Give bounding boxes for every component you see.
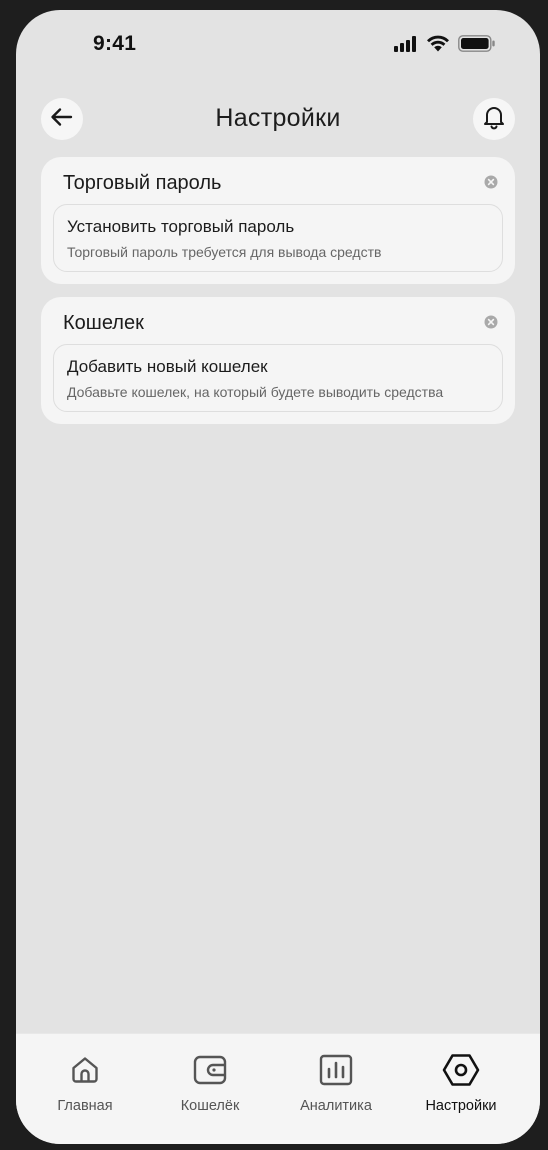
item-subtitle: Добавьте кошелек, на который будете выво… (67, 384, 444, 400)
bottom-nav: Главная Кошелёк Аналитика Настройки (16, 1033, 540, 1144)
item-title: Установить торговый пароль (67, 217, 295, 236)
battery-icon (458, 35, 496, 52)
nav-label: Настройки (425, 1098, 497, 1114)
header: Настройки (16, 98, 540, 142)
bell-icon (482, 104, 506, 135)
hexagon-settings-icon (442, 1052, 480, 1088)
card-title: Кошелек (63, 312, 144, 334)
notifications-button[interactable] (473, 98, 515, 140)
nav-label: Главная (57, 1098, 113, 1114)
status-time: 9:41 (93, 32, 137, 55)
nav-label: Кошелёк (180, 1098, 240, 1114)
nav-label: Аналитика (300, 1098, 372, 1114)
status-bar: 9:41 (16, 10, 540, 80)
wifi-icon (426, 35, 450, 52)
close-icon[interactable] (484, 315, 498, 329)
nav-item-settings[interactable]: Настройки (406, 1052, 516, 1114)
status-icons (394, 35, 496, 52)
signal-icon (394, 35, 418, 52)
chart-icon (319, 1052, 353, 1088)
add-wallet-item[interactable]: Добавить новый кошелек Добавьте кошелек,… (53, 344, 503, 412)
page-title: Настройки (215, 104, 341, 132)
wallet-card: Кошелек Добавить новый кошелек Добавьте … (41, 297, 515, 424)
wallet-icon (193, 1052, 227, 1088)
home-icon (69, 1052, 101, 1088)
card-title: Торговый пароль (63, 172, 222, 194)
close-icon[interactable] (484, 175, 498, 189)
item-subtitle: Торговый пароль требуется для вывода сре… (67, 244, 382, 260)
nav-item-analytics[interactable]: Аналитика (281, 1052, 391, 1114)
item-title: Добавить новый кошелек (67, 357, 268, 376)
nav-item-home[interactable]: Главная (30, 1052, 140, 1114)
set-trading-password-item[interactable]: Установить торговый пароль Торговый паро… (53, 204, 503, 272)
nav-item-wallet[interactable]: Кошелёк (155, 1052, 265, 1114)
phone-screen: 9:41 Настройки Торговый пароль Установит… (16, 10, 540, 1144)
trading-password-card: Торговый пароль Установить торговый паро… (41, 157, 515, 284)
